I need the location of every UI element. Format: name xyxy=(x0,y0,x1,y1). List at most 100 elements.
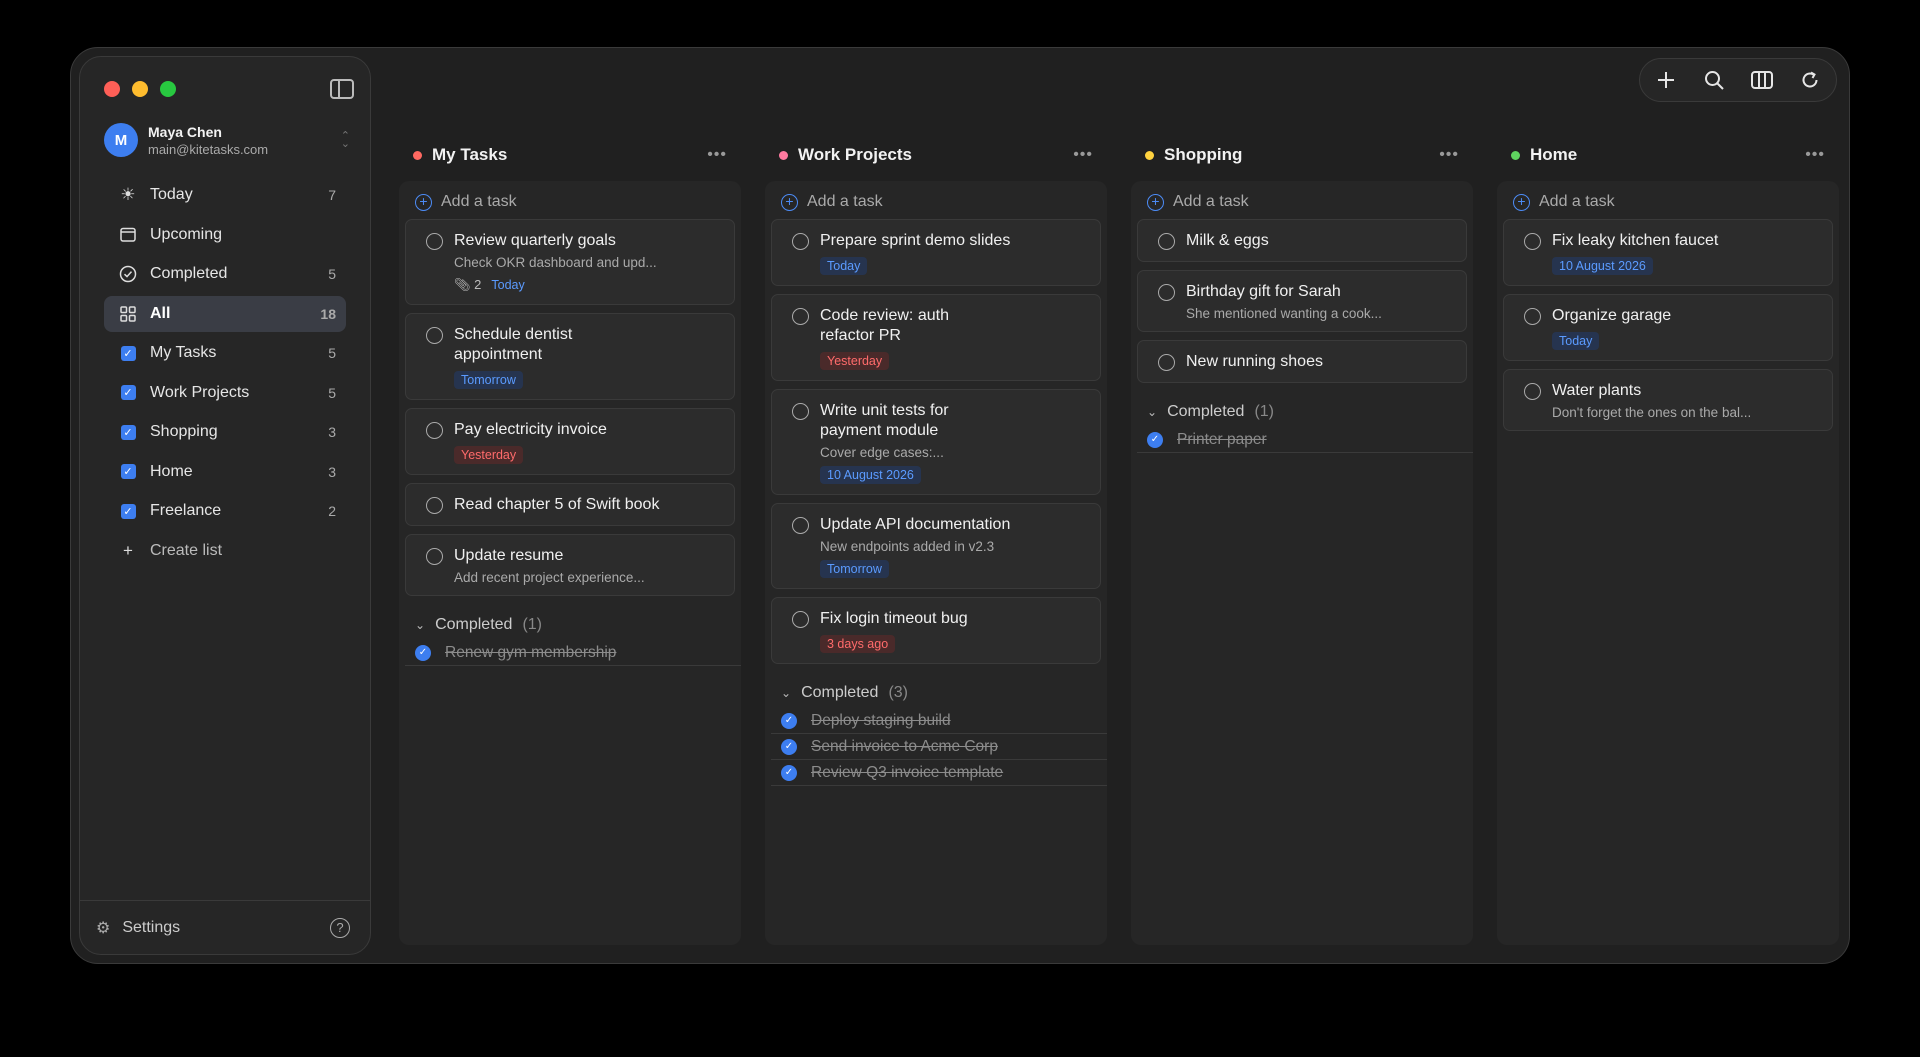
task-checkbox[interactable] xyxy=(792,308,809,325)
task-card[interactable]: Update resume Add recent project experie… xyxy=(405,534,735,596)
sidebar-item-upcoming[interactable]: Upcoming xyxy=(104,217,346,253)
more-icon[interactable]: ••• xyxy=(1805,146,1825,164)
chevron-up-down-icon: ⌃ ⌄ xyxy=(340,130,350,150)
task-title: Read chapter 5 of Swift book xyxy=(454,496,660,513)
task-title: Code review: auth refactor PR xyxy=(820,307,949,344)
gear-icon[interactable]: ⚙ xyxy=(96,918,110,938)
add-task-label: Add a task xyxy=(1539,193,1615,210)
due-badge: 10 August 2026 xyxy=(1552,257,1653,275)
task-card[interactable]: New running shoes xyxy=(1137,340,1467,383)
task-checkbox[interactable] xyxy=(792,403,809,420)
task-card[interactable]: Schedule dentist appointment Tomorrow xyxy=(405,313,735,400)
task-checkbox[interactable] xyxy=(792,233,809,250)
add-task-button[interactable]: + Add a task xyxy=(405,185,735,219)
list-color-dot xyxy=(413,150,422,160)
task-note: She mentioned wanting a cook... xyxy=(1186,306,1382,321)
task-card[interactable]: Fix leaky kitchen faucet 10 August 2026 xyxy=(1503,219,1833,286)
task-card[interactable]: Birthday gift for Sarah She mentioned wa… xyxy=(1137,270,1467,332)
sidebar-item-today[interactable]: ☀ Today 7 xyxy=(104,177,346,213)
checkbox-icon: ✓ xyxy=(120,464,136,479)
completed-task[interactable]: ✓ Review Q3 invoice template xyxy=(771,760,1107,786)
column-title: Work Projects xyxy=(798,145,913,164)
task-checkbox[interactable] xyxy=(426,422,443,439)
task-checkbox[interactable] xyxy=(426,233,443,250)
task-card[interactable]: Code review: auth refactor PR Yesterday xyxy=(771,294,1101,381)
sun-icon: ☀ xyxy=(120,185,136,204)
help-icon[interactable]: ? xyxy=(330,917,350,938)
add-icon[interactable] xyxy=(1646,62,1686,98)
add-task-button[interactable]: + Add a task xyxy=(771,185,1101,219)
sidebar-item-home[interactable]: ✓ Home 3 xyxy=(104,454,346,490)
task-checkbox[interactable] xyxy=(1524,233,1541,250)
more-icon[interactable]: ••• xyxy=(1073,146,1093,164)
sidebar-item-completed[interactable]: Completed 5 xyxy=(104,256,346,292)
task-card[interactable]: Milk & eggs xyxy=(1137,219,1467,262)
more-icon[interactable]: ••• xyxy=(1439,146,1459,164)
refresh-icon[interactable] xyxy=(1790,62,1830,98)
sidebar-item-count: 3 xyxy=(328,463,336,480)
checked-circle-icon[interactable]: ✓ xyxy=(415,644,431,661)
task-checkbox[interactable] xyxy=(1524,308,1541,325)
task-card[interactable]: Read chapter 5 of Swift book xyxy=(405,483,735,526)
grid-icon xyxy=(118,304,138,324)
account-switcher[interactable]: M Maya Chen main@kitetasks.com ⌃ ⌄ xyxy=(104,120,350,160)
task-checkbox[interactable] xyxy=(426,327,443,344)
sidebar-item-label: Completed xyxy=(150,265,228,282)
column-header: Work Projects ••• xyxy=(765,133,1107,177)
task-checkbox[interactable] xyxy=(792,517,809,534)
completed-task[interactable]: ✓ Renew gym membership xyxy=(405,640,741,666)
task-card[interactable]: Review quarterly goals Check OKR dashboa… xyxy=(405,219,735,305)
column-shopping: Shopping ••• + Add a task Milk & eggs Bi… xyxy=(1131,133,1473,945)
zoom-window-button[interactable] xyxy=(160,81,176,97)
sidebar-toggle-icon[interactable] xyxy=(330,79,354,99)
task-card[interactable]: Organize garage Today xyxy=(1503,294,1833,361)
task-card[interactable]: Pay electricity invoice Yesterday xyxy=(405,408,735,475)
completed-task[interactable]: ✓ Deploy staging build xyxy=(771,708,1107,734)
add-task-button[interactable]: + Add a task xyxy=(1137,185,1467,219)
task-checkbox[interactable] xyxy=(426,497,443,514)
chevron-down-icon: ⌄ xyxy=(781,686,792,700)
task-card[interactable]: Write unit tests for payment module Cove… xyxy=(771,389,1101,495)
task-checkbox[interactable] xyxy=(792,611,809,628)
completed-section-toggle[interactable]: ⌄ Completed (1) xyxy=(1137,397,1467,427)
columns-view-icon[interactable] xyxy=(1742,62,1782,98)
sidebar-item-label: Create list xyxy=(150,541,223,559)
completed-label: Completed xyxy=(801,684,879,701)
close-window-button[interactable] xyxy=(104,81,120,97)
search-icon[interactable] xyxy=(1694,62,1734,98)
checked-circle-icon[interactable]: ✓ xyxy=(1147,431,1163,448)
completed-task[interactable]: ✓ Printer paper xyxy=(1137,427,1473,453)
checked-circle-icon[interactable]: ✓ xyxy=(781,764,797,781)
task-checkbox[interactable] xyxy=(1158,284,1175,301)
task-checkbox[interactable] xyxy=(1524,383,1541,400)
completed-task[interactable]: ✓ Send invoice to Acme Corp xyxy=(771,734,1107,760)
create-list-button[interactable]: + Create list xyxy=(104,533,346,569)
sidebar-item-shopping[interactable]: ✓ Shopping 3 xyxy=(104,414,346,450)
checked-circle-icon[interactable]: ✓ xyxy=(781,738,797,755)
task-checkbox[interactable] xyxy=(1158,233,1175,250)
completed-section-toggle[interactable]: ⌄ Completed (1) xyxy=(405,610,735,640)
sidebar-item-freelance[interactable]: ✓ Freelance 2 xyxy=(104,493,346,529)
column-my-tasks: My Tasks ••• + Add a task Review quarter… xyxy=(399,133,741,945)
task-card[interactable]: Fix login timeout bug 3 days ago xyxy=(771,597,1101,664)
task-card[interactable]: Update API documentation New endpoints a… xyxy=(771,503,1101,589)
task-checkbox[interactable] xyxy=(426,548,443,565)
task-checkbox[interactable] xyxy=(1158,354,1175,371)
completed-section-toggle[interactable]: ⌄ Completed (3) xyxy=(771,678,1101,708)
checked-circle-icon[interactable]: ✓ xyxy=(781,712,797,729)
add-task-button[interactable]: + Add a task xyxy=(1503,185,1833,219)
sidebar-item-my-tasks[interactable]: ✓ My Tasks 5 xyxy=(104,335,346,371)
sidebar-item-all[interactable]: All 18 xyxy=(104,295,346,332)
settings-button[interactable]: Settings xyxy=(122,919,330,937)
minimize-window-button[interactable] xyxy=(132,81,148,97)
task-title: Water plants xyxy=(1552,382,1642,399)
task-title: Birthday gift for Sarah xyxy=(1186,283,1341,300)
sidebar-item-label: My Tasks xyxy=(150,344,217,361)
more-icon[interactable]: ••• xyxy=(707,146,727,164)
task-title: Fix login timeout bug xyxy=(820,610,968,627)
task-card[interactable]: Water plants Don't forget the ones on th… xyxy=(1503,369,1833,431)
completed-label: Completed xyxy=(435,616,513,633)
task-card[interactable]: Prepare sprint demo slides Today xyxy=(771,219,1101,286)
column-body: + Add a task Prepare sprint demo slides … xyxy=(765,181,1107,945)
sidebar-item-work-projects[interactable]: ✓ Work Projects 5 xyxy=(104,375,346,411)
